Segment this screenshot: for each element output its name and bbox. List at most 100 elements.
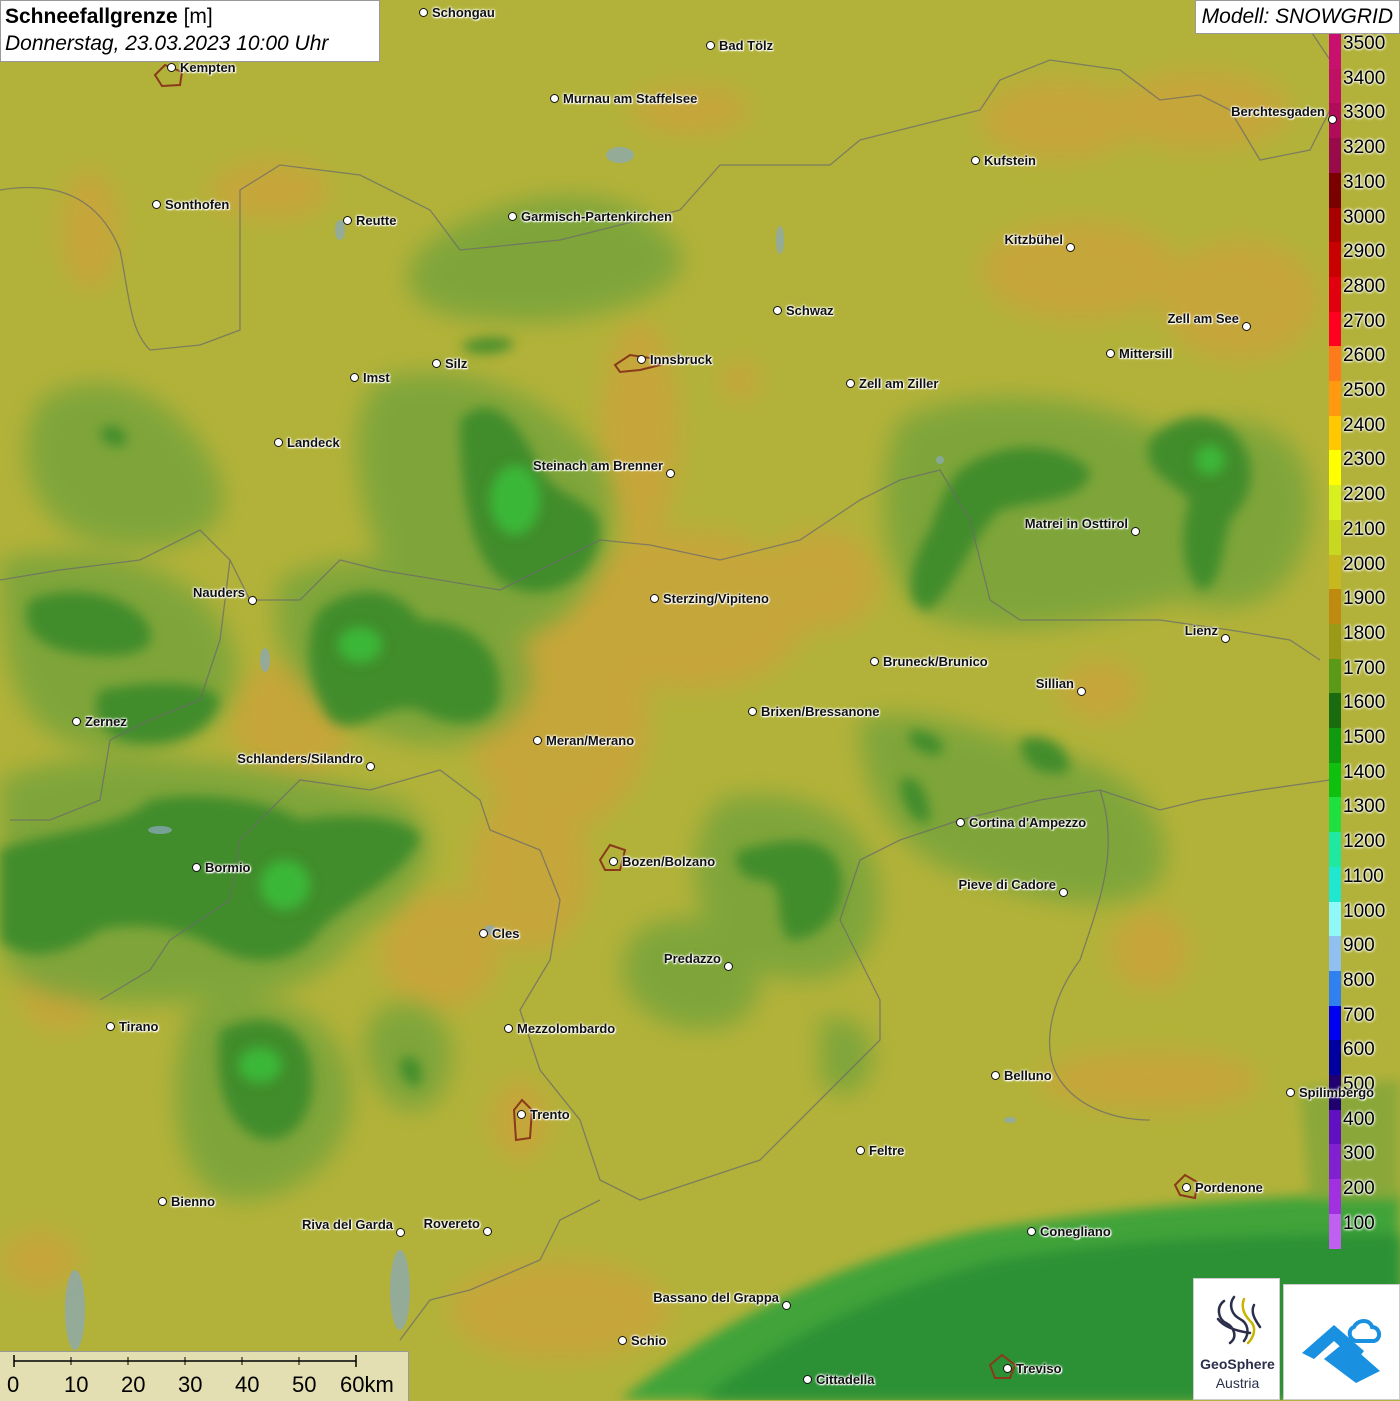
- city-label: Innsbruck: [650, 352, 713, 367]
- city-label: Garmisch-Partenkirchen: [521, 209, 673, 224]
- legend-label: 3500: [1343, 33, 1386, 54]
- city-dot-icon: [1106, 349, 1115, 358]
- city-label: Mezzolombardo: [517, 1021, 616, 1036]
- legend-swatch: [1329, 658, 1341, 694]
- city-label: Steinach am Brenner: [532, 458, 663, 473]
- city-label: Schongau: [432, 5, 495, 20]
- city-dot-icon: [870, 657, 879, 666]
- city-dot-icon: [479, 929, 488, 938]
- legend-label: 1100: [1343, 865, 1384, 887]
- city-dot-icon: [1003, 1364, 1012, 1373]
- city-dot-icon: [106, 1022, 115, 1031]
- legend-swatch: [1329, 728, 1341, 764]
- city-dot-icon: [504, 1024, 513, 1033]
- legend-swatch: [1329, 693, 1341, 729]
- city-dot-icon: [1066, 243, 1075, 252]
- city-label: Matrei in Osttirol: [1024, 516, 1128, 531]
- legend-swatch: [1329, 589, 1341, 625]
- city-dot-icon: [846, 379, 855, 388]
- scale-bar: 0 10 20 30 40 50 60km: [0, 1351, 409, 1401]
- city-dot-icon: [517, 1110, 526, 1119]
- city-label: Lienz: [1184, 623, 1218, 638]
- legend-label: 3000: [1343, 206, 1386, 228]
- legend-swatch: [1329, 762, 1341, 798]
- legend-label: 1300: [1343, 796, 1386, 818]
- legend-label: 2400: [1343, 414, 1386, 436]
- map-title-box: Schneefallgrenze [m] Donnerstag, 23.03.2…: [0, 0, 380, 62]
- city-dot-icon: [637, 355, 646, 364]
- city-label: Schio: [631, 1333, 667, 1348]
- city-dot-icon: [609, 857, 618, 866]
- legend-label: 2600: [1343, 345, 1386, 367]
- legend-swatch: [1329, 970, 1341, 1007]
- forecast-datetime: Donnerstag, 23.03.2023 10:00 Uhr: [5, 32, 329, 55]
- city-label: Bassano del Grappa: [653, 1290, 779, 1305]
- city-label: Conegliano: [1040, 1224, 1111, 1239]
- city-dot-icon: [1131, 527, 1140, 536]
- geosphere-emblem-icon: [1216, 1295, 1262, 1345]
- legend-label: 2900: [1343, 241, 1386, 263]
- city-label: Spilimbergo: [1299, 1085, 1375, 1100]
- city-dot-icon: [550, 94, 559, 103]
- legend-label: 1200: [1343, 831, 1386, 853]
- city-dot-icon: [192, 863, 201, 872]
- legend-swatch: [1329, 138, 1341, 174]
- legend-swatch: [1329, 1144, 1341, 1180]
- legend-label: 900: [1343, 935, 1375, 957]
- color-legend: 3500 3400 3300 3200 3100 3000 2900 2800 2700 2600…: [1329, 33, 1400, 1249]
- legend-swatch: [1329, 381, 1341, 417]
- city-label: Berchtesgaden: [1231, 104, 1325, 119]
- legend-swatch: [1329, 207, 1341, 243]
- city-label: Nauders: [192, 585, 245, 600]
- city-dot-icon: [152, 200, 161, 209]
- city-dot-icon: [773, 306, 782, 315]
- legend-swatch: [1329, 34, 1341, 70]
- city-label: Reutte: [356, 213, 397, 228]
- legend-label: 1700: [1343, 657, 1386, 679]
- title-bold: Schneefallgrenze: [5, 5, 178, 28]
- legend-label: 3100: [1343, 171, 1386, 193]
- legend-swatch: [1329, 1213, 1341, 1249]
- city-label: Bruneck/Brunico: [883, 654, 988, 669]
- legend-swatch: [1329, 1179, 1341, 1215]
- city-label: Landeck: [287, 435, 340, 450]
- scale-label: 30: [178, 1372, 203, 1397]
- geosphere-subname: Austria: [1215, 1375, 1260, 1391]
- scale-label: 40: [235, 1372, 260, 1397]
- map-title: Schneefallgrenze [m]: [5, 4, 375, 30]
- city-label: Mittersill: [1119, 346, 1173, 361]
- legend-label: 800: [1343, 969, 1375, 991]
- legend-label: 200: [1343, 1178, 1375, 1200]
- mountain-cloud-icon: [1302, 1319, 1381, 1383]
- legend-label: 3400: [1343, 67, 1386, 89]
- city-dot-icon: [991, 1071, 1000, 1080]
- legend-swatch: [1329, 1040, 1341, 1076]
- city-dot-icon: [706, 41, 715, 50]
- legend-label: 2300: [1343, 449, 1386, 471]
- scale-label: 0: [7, 1372, 20, 1397]
- model-label: Modell: SNOWGRID: [1194, 0, 1400, 34]
- city-dot-icon: [483, 1227, 492, 1236]
- city-label: Meran/Merano: [546, 733, 635, 748]
- city-dot-icon: [1182, 1183, 1191, 1192]
- scale-label: 60km: [340, 1372, 394, 1397]
- legend-label: 3300: [1343, 102, 1386, 124]
- legend-label: 600: [1343, 1039, 1375, 1061]
- city-label: Kempten: [180, 60, 236, 75]
- city-dot-icon: [1221, 634, 1230, 643]
- city-label: Sillian: [1035, 676, 1074, 691]
- city-label: Zernez: [85, 714, 127, 729]
- city-label: Kufstein: [984, 153, 1036, 168]
- city-label: Bad Tölz: [719, 38, 774, 53]
- city-label: Predazzo: [663, 951, 721, 966]
- city-dot-icon: [167, 63, 176, 72]
- legend-label: 1800: [1343, 622, 1386, 644]
- legend-label: 300: [1343, 1143, 1375, 1165]
- city-label: Kitzbühel: [1004, 232, 1064, 247]
- city-label: Cortina d'Ampezzo: [969, 815, 1087, 830]
- legend-label: 2100: [1343, 518, 1386, 540]
- city-dot-icon: [956, 818, 965, 827]
- city-dot-icon: [1059, 888, 1068, 897]
- city-dot-icon: [72, 717, 81, 726]
- scale-label: 20: [121, 1372, 146, 1397]
